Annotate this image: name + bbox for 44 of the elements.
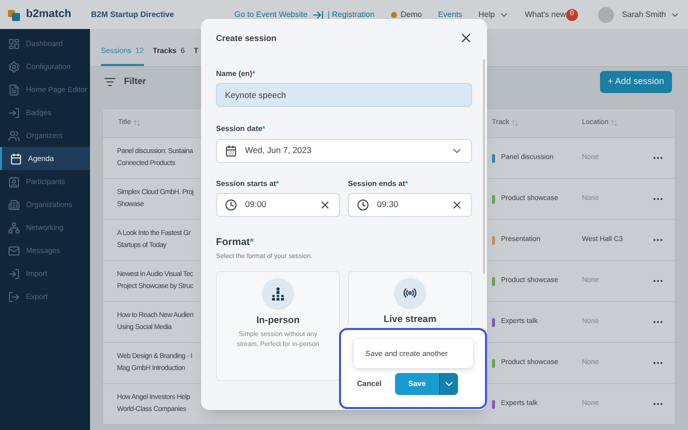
time-field[interactable]: 09:30 [348,192,472,217]
audience-icon [271,286,285,300]
format-card[interactable]: Live stream [348,270,472,324]
mail-icon [8,244,20,256]
export-icon [8,290,20,302]
people-icon [8,130,20,142]
add-session-button[interactable]: + Add session [600,71,672,93]
calendar-icon [225,144,237,156]
logo-icon [8,8,20,20]
logo-text: b2match [26,7,72,22]
event-name: B2M Startup Directive [91,8,174,20]
document-icon [8,84,20,96]
broadcast-icon [403,286,417,300]
building-icon [8,198,20,210]
import-icon [8,268,20,280]
time-field[interactable]: 09:00 [216,192,340,217]
login-icon [312,8,324,20]
date-select[interactable]: Wed, Jun 7, 2023 [216,138,472,162]
clock-icon [225,198,237,211]
dialog-title: Create session [216,32,276,44]
section-title: Format* [216,236,255,250]
clear-icon[interactable] [451,198,463,211]
help-menu[interactable]: Help [478,8,509,20]
save-options-button[interactable] [439,373,458,395]
network-icon [8,222,20,234]
whats-new-link[interactable]: What's new [524,8,566,20]
demo-label: Demo [400,8,422,20]
login-icon [8,106,20,118]
close-icon[interactable] [459,31,473,45]
gear-icon [8,60,20,72]
format-title: Live stream [384,314,436,324]
user-menu[interactable]: Sarah Smith [622,8,680,20]
clear-icon[interactable] [319,198,331,211]
event-website-link[interactable]: Go to Event Website [234,8,308,20]
clock-icon [357,198,369,211]
filter-icon [104,76,116,88]
registration-link[interactable]: | Registration [328,8,375,20]
calendar-icon [10,152,22,164]
events-link[interactable]: Events [438,8,462,20]
filter-button[interactable]: Filter [104,75,146,89]
name-field[interactable]: Keynote speech [216,83,472,108]
format-title: In-person [256,314,300,326]
dashboard-icon [8,38,20,50]
contact-card-icon [8,176,20,188]
